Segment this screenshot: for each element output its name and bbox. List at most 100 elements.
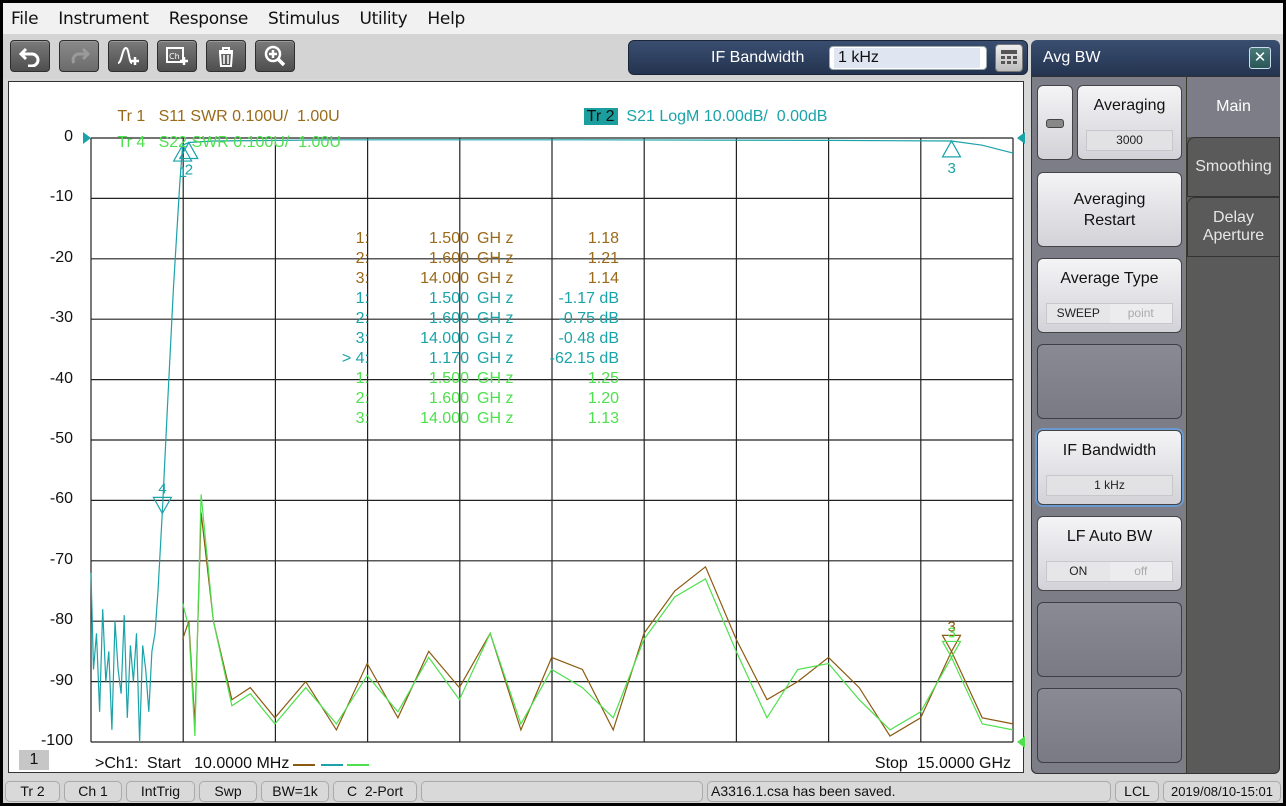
add-trace-button[interactable] xyxy=(108,40,148,72)
trace-4-ref-arrow xyxy=(1017,736,1025,748)
legend-trace-1 xyxy=(293,764,315,766)
marker-value: -0.48 dB xyxy=(558,330,619,347)
marker-index: 1: xyxy=(355,230,369,247)
y-tick-label: 0 xyxy=(64,128,73,145)
marker-readout-row: 1: 1.500 GH z -1.17 dB xyxy=(339,290,619,310)
status-active-channel[interactable]: Ch 1 xyxy=(64,781,122,802)
marker-index: 3: xyxy=(355,330,369,347)
chart-panel[interactable]: 123433 Tr 1 S11 SWR 0.100U/ 1.00U Tr 4 S… xyxy=(8,81,1025,773)
close-panel-button[interactable]: ✕ xyxy=(1249,47,1271,69)
if-bandwidth-entry-label: IF Bandwidth xyxy=(711,49,805,66)
marker-unit: GH z xyxy=(477,390,514,407)
keypad-button[interactable] xyxy=(995,44,1023,72)
add-channel-icon: Ch xyxy=(166,47,188,65)
averaging-toggle-button[interactable] xyxy=(1037,85,1073,160)
add-trace-icon xyxy=(117,46,139,65)
marker-unit: GH z xyxy=(477,250,514,267)
menu-file[interactable]: File xyxy=(11,9,39,29)
undo-button[interactable] xyxy=(10,40,50,72)
y-tick-label: -100 xyxy=(40,732,73,749)
lf-auto-bw-toggle[interactable]: ON off xyxy=(1046,561,1173,582)
tab-smoothing[interactable]: Smoothing xyxy=(1187,137,1280,197)
lf-auto-bw-label: LF Auto BW xyxy=(1066,528,1153,545)
marker-index: 3: xyxy=(355,410,369,427)
marker-readout-row: 3: 14.000 GH z 1.13 xyxy=(339,410,619,430)
status-trigger[interactable]: IntTrig xyxy=(126,781,195,802)
status-remote-local[interactable]: LCL xyxy=(1115,781,1159,802)
marker-index: 1: xyxy=(355,370,369,387)
redo-button[interactable] xyxy=(59,40,99,72)
marker-value: -0.75 dB xyxy=(558,310,619,327)
y-tick-label: -50 xyxy=(49,430,73,447)
svg-text:Ch: Ch xyxy=(169,52,180,61)
menu-utility[interactable]: Utility xyxy=(360,9,408,29)
average-type-sweep[interactable]: SWEEP xyxy=(1047,304,1110,323)
trash-icon xyxy=(218,47,234,67)
keypad-icon xyxy=(1001,50,1017,64)
trace-4-title[interactable]: Tr 4 S22 SWR 0.100U/ 1.00U xyxy=(91,116,341,170)
status-calibration[interactable]: C 2-Port xyxy=(333,781,417,802)
marker-index: 2: xyxy=(355,250,369,267)
start-frequency-label[interactable]: >Ch1: Start 10.0000 MHz xyxy=(95,755,289,773)
marker-frequency: 1.500 xyxy=(428,290,469,307)
marker-frequency: 1.600 xyxy=(428,390,469,407)
marker-frequency: 1.600 xyxy=(428,310,469,327)
averaging-button[interactable]: Averaging 3000 xyxy=(1077,85,1182,160)
trace-2-title[interactable]: Tr 2 S21 LogM 10.00dB/ 0.00dB xyxy=(557,90,827,144)
marker-value: 1.13 xyxy=(587,410,619,427)
marker-readout-table: 1: 1.500 GH z 1.18 2: 1.600 GH z 1.21 3: 14.000 GH… xyxy=(339,230,619,430)
trace-2-desc: S21 LogM 10.00dB/ 0.00dB xyxy=(626,108,828,125)
status-sweep[interactable]: Swp xyxy=(199,781,257,802)
delete-button[interactable] xyxy=(206,40,246,72)
marker-frequency: 1.500 xyxy=(428,370,469,387)
stop-frequency-label[interactable]: Stop 15.0000 GHz xyxy=(875,755,1011,773)
marker-readout-row: 2: 1.600 GH z 1.21 xyxy=(339,250,619,270)
marker-readout-row: 2: 1.600 GH z 1.20 xyxy=(339,390,619,410)
marker-index: 2: xyxy=(355,310,369,327)
softkey-column: Averaging 3000 Averaging Restart Average… xyxy=(1032,77,1187,773)
zoom-button[interactable] xyxy=(255,40,295,72)
y-tick-label: -90 xyxy=(49,671,73,689)
menu-response[interactable]: Response xyxy=(169,9,249,29)
zoom-in-icon xyxy=(264,45,286,67)
empty-softkey-1 xyxy=(1037,344,1182,419)
tab-main[interactable]: Main xyxy=(1187,77,1280,137)
marker-value: -62.15 dB xyxy=(549,350,619,367)
marker-frequency: 1.500 xyxy=(428,230,469,247)
tab-delay-aperture[interactable]: Delay Aperture xyxy=(1187,197,1280,257)
menu-instrument[interactable]: Instrument xyxy=(58,9,149,29)
average-type-button[interactable]: Average Type SWEEP point xyxy=(1037,258,1182,333)
marker-label: 3 xyxy=(947,160,955,177)
averaging-restart-label: Averaging Restart xyxy=(1073,191,1146,229)
marker-index: 3: xyxy=(355,270,369,287)
marker-frequency: 14.000 xyxy=(420,410,469,427)
add-channel-button[interactable]: Ch xyxy=(157,40,197,72)
average-type-point[interactable]: point xyxy=(1109,304,1172,323)
marker-triangle xyxy=(941,139,962,158)
marker-unit: GH z xyxy=(477,230,514,247)
if-bandwidth-button[interactable]: IF Bandwidth 1 kHz xyxy=(1037,430,1182,505)
status-bar: Tr 2 Ch 1 IntTrig Swp BW=1k C 2-Port A33… xyxy=(3,780,1283,803)
softkey-panel-title: Avg BW xyxy=(1043,49,1101,66)
marker-readout-row: 1: 1.500 GH z 1.18 xyxy=(339,230,619,250)
marker-unit: GH z xyxy=(477,270,514,287)
y-tick-label: -70 xyxy=(49,550,73,568)
lf-auto-bw-on[interactable]: ON xyxy=(1047,562,1110,581)
menu-stimulus[interactable]: Stimulus xyxy=(268,9,340,29)
marker-readout-row: 1: 1.500 GH z 1.25 xyxy=(339,370,619,390)
marker-unit: GH z xyxy=(477,350,514,367)
lf-auto-bw-off[interactable]: off xyxy=(1109,562,1172,581)
menu-bar: File Instrument Response Stimulus Utilit… xyxy=(3,3,1283,34)
marker-triangle xyxy=(941,640,962,659)
channel-number-badge[interactable]: 1 xyxy=(19,750,49,770)
status-active-trace[interactable]: Tr 2 xyxy=(5,781,60,802)
average-type-toggle[interactable]: SWEEP point xyxy=(1046,303,1173,324)
marker-index: > 4: xyxy=(341,350,369,367)
averaging-restart-button[interactable]: Averaging Restart xyxy=(1037,172,1182,247)
status-bandwidth[interactable]: BW=1k xyxy=(261,781,329,802)
if-bandwidth-input[interactable]: 1 kHz xyxy=(829,46,987,70)
y-tick-label: -20 xyxy=(49,248,73,266)
reference-level-right-arrow xyxy=(1017,132,1025,144)
menu-help[interactable]: Help xyxy=(427,9,465,29)
lf-auto-bw-button[interactable]: LF Auto BW ON off xyxy=(1037,516,1182,591)
